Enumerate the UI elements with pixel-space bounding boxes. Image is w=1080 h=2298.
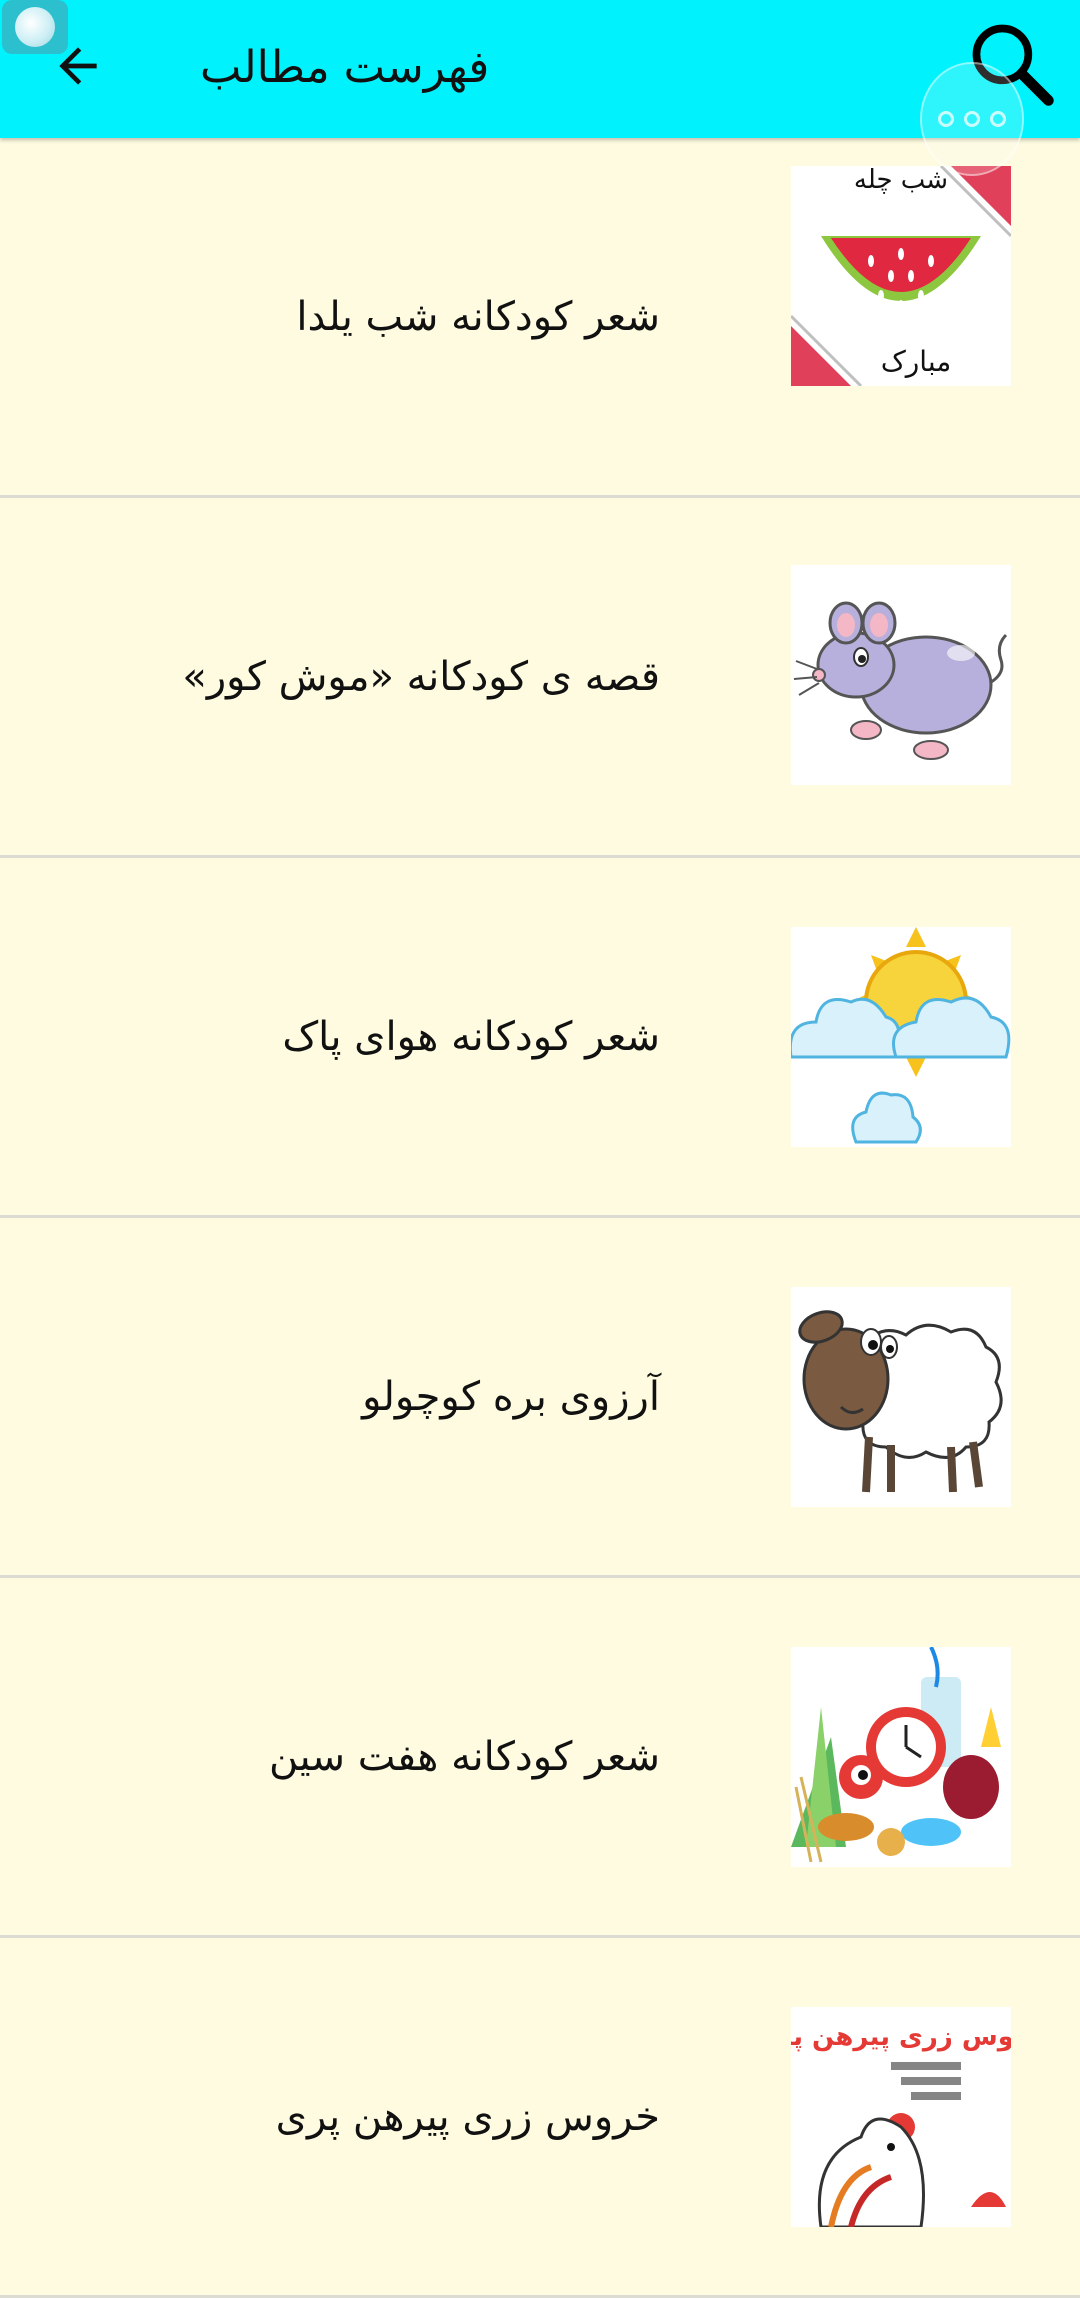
app-bar: فهرست مطالب	[0, 0, 1080, 138]
thumb-text-top: شب چله	[854, 166, 948, 195]
floating-assist-button[interactable]	[2, 0, 68, 54]
list-item-title: آرزوی بره کوچولو	[362, 1373, 660, 1420]
thumb-text-top: خروس زری پیرهن پری	[791, 2022, 1011, 2052]
watermelon-yalda-image: شب چله مبارک	[791, 166, 1011, 386]
sun-clouds-image	[791, 927, 1011, 1147]
list-item[interactable]: خروس زری پیرهن پری خروس زری پیرهن پری	[0, 1938, 1080, 2298]
page-title: فهرست مطالب	[200, 42, 490, 93]
more-dots-icon[interactable]	[920, 62, 1024, 176]
list-item[interactable]: شعر کودکانه شب یلدا شب چله مبارک	[0, 138, 1080, 498]
list-item-title: خروس زری پیرهن پری	[275, 2093, 660, 2140]
sheep-image	[791, 1287, 1011, 1507]
list-item-title: شعر کودکانه هفت سین	[269, 1733, 660, 1780]
list-item[interactable]: شعر کودکانه هفت سین	[0, 1578, 1080, 1938]
list-item-title: شعر کودکانه شب یلدا	[296, 293, 660, 340]
list-item[interactable]: آرزوی بره کوچولو	[0, 1218, 1080, 1578]
thumb-text-bottom: مبارک	[881, 345, 952, 378]
mouse-image	[791, 565, 1011, 785]
list-item-title: شعر کودکانه هوای پاک	[282, 1013, 660, 1060]
list-item[interactable]: شعر کودکانه هوای پاک	[0, 858, 1080, 1218]
list-item[interactable]: قصه ی کودکانه «موش کور»	[0, 498, 1080, 858]
list-item-title: قصه ی کودکانه «موش کور»	[182, 653, 660, 700]
rooster-book-image: خروس زری پیرهن پری	[791, 2007, 1011, 2227]
haft-sin-image	[791, 1647, 1011, 1867]
